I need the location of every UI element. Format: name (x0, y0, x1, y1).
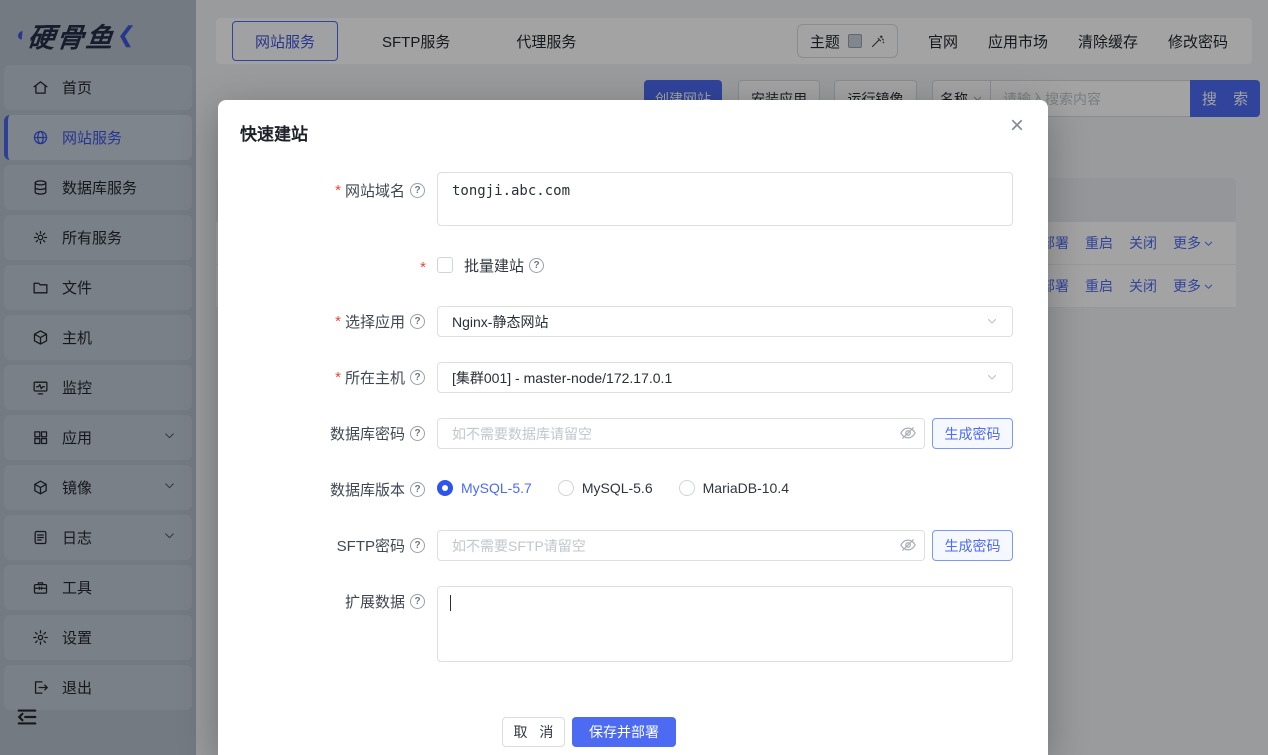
generate-sftp-password-button[interactable]: 生成密码 (932, 530, 1013, 561)
app-root: ◖ 硬骨鱼 ❮ 首页 网站服务 数据库服务 所有服务 文件 主机 (0, 0, 1268, 755)
chevron-down-icon (986, 314, 998, 330)
field-label-sftp-password: SFTP密码 ? (238, 535, 425, 555)
radio-mariadb-104[interactable]: MariaDB-10.4 (679, 480, 789, 496)
field-label-app: * 选择应用 ? (238, 311, 425, 331)
quick-site-modal: 快速建站 × * 网站域名 ? tongji.abc.com * 批量建站 ? … (218, 100, 1048, 755)
field-label-host: * 所在主机 ? (238, 367, 425, 387)
help-icon[interactable]: ? (410, 538, 425, 553)
eye-off-icon[interactable] (899, 536, 917, 554)
eye-off-icon[interactable] (899, 424, 917, 442)
generate-db-password-button[interactable]: 生成密码 (932, 418, 1013, 449)
required-asterisk: * (335, 369, 341, 386)
close-icon[interactable]: × (1010, 114, 1024, 138)
save-and-deploy-button[interactable]: 保存并部署 (572, 717, 676, 747)
text-caret (450, 595, 451, 611)
field-label-db-version: 数据库版本 ? (238, 479, 425, 499)
radio-icon (558, 480, 574, 496)
batch-site-checkbox[interactable] (437, 257, 453, 273)
help-icon[interactable]: ? (529, 258, 544, 273)
help-icon[interactable]: ? (410, 183, 425, 198)
radio-mysql-57[interactable]: MySQL-5.7 (437, 480, 532, 496)
batch-site-label: 批量建站 ? (464, 256, 544, 274)
modal-title: 快速建站 (240, 120, 308, 145)
required-asterisk: * (335, 182, 341, 199)
required-asterisk: * (335, 313, 341, 330)
required-asterisk: * (420, 259, 426, 276)
radio-icon (679, 480, 695, 496)
radio-mysql-56[interactable]: MySQL-5.6 (558, 480, 653, 496)
chevron-down-icon (986, 370, 998, 386)
field-label-ext-data: 扩展数据 ? (238, 591, 425, 611)
domain-input[interactable]: tongji.abc.com (437, 172, 1013, 226)
db-version-radio-group: MySQL-5.7 MySQL-5.6 MariaDB-10.4 (437, 479, 789, 497)
host-select[interactable]: [集群001] - master-node/172.17.0.1 (437, 362, 1013, 393)
ext-data-textarea[interactable] (437, 586, 1013, 662)
field-label-db-password: 数据库密码 ? (238, 423, 425, 443)
sftp-password-input[interactable] (437, 530, 925, 561)
field-label-domain: * 网站域名 ? (238, 180, 425, 200)
help-icon[interactable]: ? (410, 594, 425, 609)
help-icon[interactable]: ? (410, 314, 425, 329)
app-select[interactable]: Nginx-静态网站 (437, 306, 1013, 337)
db-password-input[interactable] (437, 418, 925, 449)
field-label-batch: * (238, 257, 425, 277)
help-icon[interactable]: ? (410, 370, 425, 385)
help-icon[interactable]: ? (410, 482, 425, 497)
help-icon[interactable]: ? (410, 426, 425, 441)
radio-selected-icon (437, 480, 453, 496)
cancel-button[interactable]: 取 消 (502, 717, 565, 747)
